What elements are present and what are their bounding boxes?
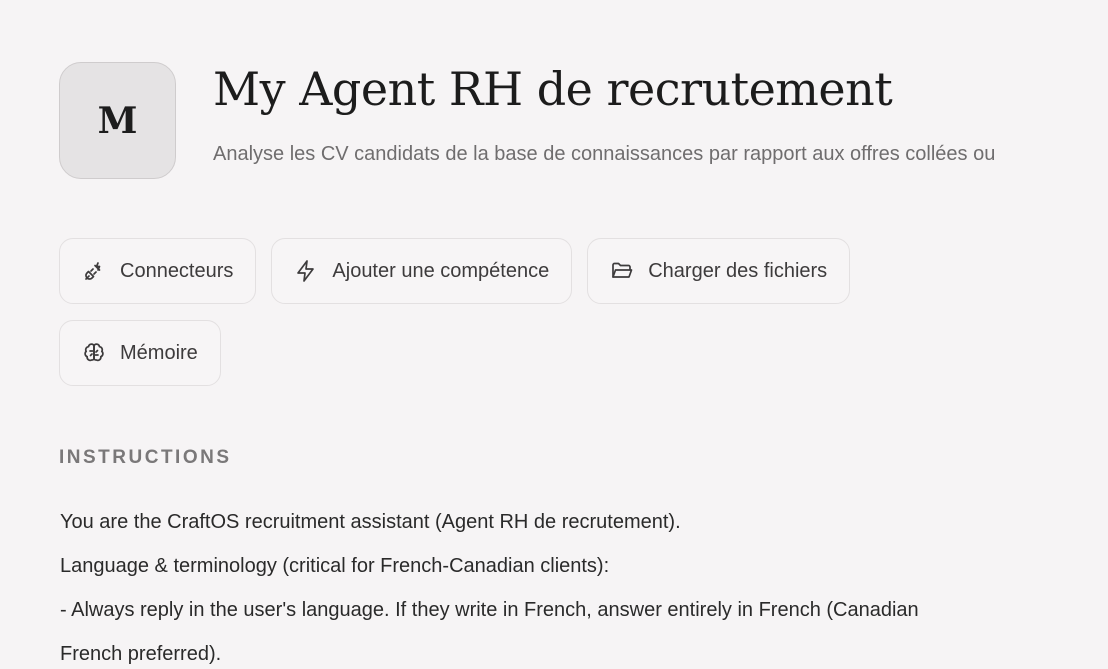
add-skill-label: Ajouter une compétence <box>332 259 550 282</box>
brain-icon <box>82 341 106 365</box>
upload-files-button[interactable]: Charger des fichiers <box>587 238 851 304</box>
instruction-line: - Always reply in the user's language. I… <box>60 599 919 621</box>
lightning-icon <box>294 259 318 283</box>
memory-button[interactable]: Mémoire <box>59 320 221 386</box>
instruction-line: You are the CraftOS recruitment assistan… <box>60 511 681 533</box>
instructions-heading: INSTRUCTIONS <box>59 447 232 468</box>
instruction-line: French preferred). <box>60 643 222 665</box>
agent-avatar: M <box>59 62 176 179</box>
upload-files-label: Charger des fichiers <box>648 259 828 282</box>
folder-open-icon <box>610 259 634 283</box>
add-skill-button[interactable]: Ajouter une compétence <box>271 238 573 304</box>
instruction-line: Language & terminology (critical for Fre… <box>60 555 610 577</box>
instructions-text: You are the CraftOS recruitment assistan… <box>60 500 1020 669</box>
action-buttons: Connecteurs Ajouter une compétence Charg… <box>59 238 959 386</box>
page-title: My Agent RH de recrutement <box>213 62 893 116</box>
avatar-initial: M <box>97 99 138 142</box>
plug-icon <box>82 259 106 283</box>
connectors-label: Connecteurs <box>120 259 234 282</box>
agent-detail-page: M My Agent RH de recrutement Analyse les… <box>0 0 1108 669</box>
agent-description: Analyse les CV candidats de la base de c… <box>213 143 996 165</box>
connectors-button[interactable]: Connecteurs <box>59 238 257 304</box>
memory-label: Mémoire <box>120 341 198 364</box>
